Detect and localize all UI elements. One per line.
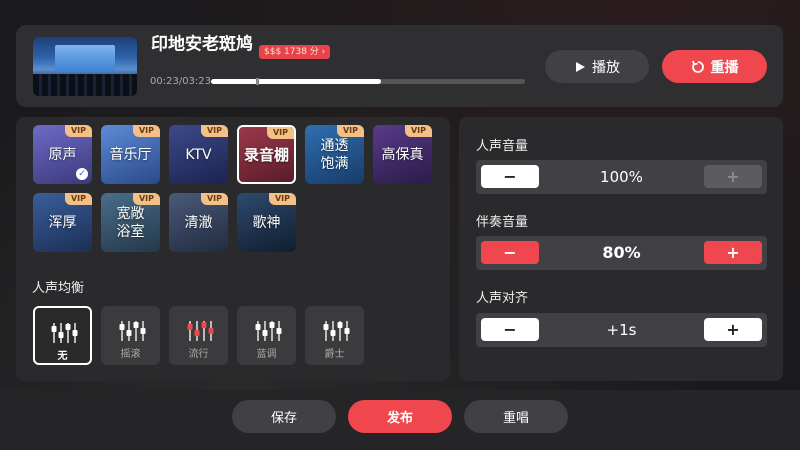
eq-preset-label: 摇滚 [120, 349, 141, 360]
eq-preset-tile[interactable]: 流行 [169, 306, 228, 365]
vip-badge: VIP [268, 193, 296, 205]
effect-tile[interactable]: 清澈 VIP [169, 193, 228, 252]
controls-panel: 人声音量 100% − + 伴奏音量 80% − + 人声对齐 +1s − + [459, 117, 783, 381]
accomp-volume-label: 伴奏音量 [476, 215, 529, 230]
accomp-volume-decrease-button[interactable]: − [481, 241, 539, 264]
vocal-align-stepper: +1s − + [476, 313, 767, 347]
accomp-volume-stepper: 80% − + [476, 236, 767, 270]
cover-stage-screen [55, 45, 115, 71]
time-text: 00:23/03:23 [150, 76, 212, 87]
publish-button[interactable]: 发布 [348, 400, 452, 433]
eq-preset-label: 无 [57, 351, 68, 362]
eq-preset-tile[interactable]: 爵士 [305, 306, 364, 365]
eq-preset-tile[interactable]: 摇滚 [101, 306, 160, 365]
equalizer-icon [255, 321, 281, 341]
eq-preset-tile[interactable]: 蓝调 [237, 306, 296, 365]
equalizer-icon [119, 321, 145, 341]
effect-label: 清澈 [184, 214, 213, 231]
play-label: 播放 [592, 59, 620, 76]
vip-badge: VIP [64, 125, 92, 137]
check-icon: ✓ [76, 168, 88, 180]
vocal-volume-label: 人声音量 [476, 139, 529, 154]
effect-tile[interactable]: KTV VIP [169, 125, 228, 184]
vip-badge: VIP [266, 127, 294, 139]
effect-label: 浑厚 [48, 214, 77, 231]
vocal-volume-stepper: 100% − + [476, 160, 767, 194]
vip-badge: VIP [200, 193, 228, 205]
equalizer-icon [323, 321, 349, 341]
effect-tile[interactable]: 原声 VIP ✓ [33, 125, 92, 184]
equalizer-icon [187, 321, 213, 341]
bottom-action-bar: 保存 发布 重唱 [0, 390, 800, 450]
progress-fill [211, 79, 381, 84]
effect-label: 高保真 [381, 146, 424, 163]
vip-badge: VIP [132, 125, 160, 137]
vocal-align-decrease-button[interactable]: − [481, 318, 539, 341]
eq-preset-label: 爵士 [324, 349, 345, 360]
resing-button[interactable]: 重唱 [464, 400, 568, 433]
replay-label: 重播 [710, 59, 739, 76]
eq-preset-tile[interactable]: 无 [33, 306, 92, 365]
cover-crowd [33, 74, 137, 96]
eq-section-title: 人声均衡 [32, 281, 85, 296]
effect-label: 歌神 [252, 214, 281, 231]
save-button[interactable]: 保存 [232, 400, 336, 433]
vocal-align-label: 人声对齐 [476, 291, 529, 306]
accomp-volume-increase-button[interactable]: + [704, 241, 762, 264]
vip-badge: VIP [132, 193, 160, 205]
song-title: 印地安老斑鸠 [151, 34, 253, 55]
play-icon [576, 61, 585, 72]
vip-badge: VIP [200, 125, 228, 137]
equalizer-icon [51, 323, 77, 343]
eq-preset-label: 蓝调 [256, 349, 277, 360]
progress-marker [256, 78, 259, 85]
effect-label: 音乐厅 [109, 146, 152, 163]
effect-label: 录音棚 [243, 145, 289, 164]
replay-icon [691, 60, 704, 73]
vocal-volume-increase-button[interactable]: + [704, 165, 762, 188]
effect-label: 宽敞 浴室 [116, 205, 145, 240]
vip-badge: VIP [404, 125, 432, 137]
effect-tile[interactable]: 通透 饱满 VIP [305, 125, 364, 184]
vip-badge: VIP [336, 125, 364, 137]
effect-tile[interactable]: 高保真 VIP [373, 125, 432, 184]
progress-bar[interactable] [211, 78, 525, 85]
effect-label: KTV [185, 146, 212, 163]
vocal-align-increase-button[interactable]: + [704, 318, 762, 341]
vip-badge: VIP [64, 193, 92, 205]
play-button[interactable]: 播放 [545, 50, 649, 83]
effect-tile[interactable]: 录音棚 VIP [237, 125, 296, 184]
eq-preset-label: 流行 [188, 349, 209, 360]
song-cover [33, 37, 137, 96]
effect-label: 通透 饱满 [320, 137, 349, 172]
effect-tile[interactable]: 歌神 VIP [237, 193, 296, 252]
effect-tile[interactable]: 音乐厅 VIP [101, 125, 160, 184]
effect-label: 原声 [48, 146, 77, 163]
effect-tile[interactable]: 浑厚 VIP [33, 193, 92, 252]
replay-button[interactable]: 重播 [662, 50, 767, 83]
price-badge[interactable]: $$$ 1738 分 › [259, 45, 331, 59]
vocal-volume-decrease-button[interactable]: − [481, 165, 539, 188]
effect-tile[interactable]: 宽敞 浴室 VIP [101, 193, 160, 252]
effects-panel: 原声 VIP ✓ 音乐厅 VIP KTV VIP 录音棚 VIP 通透 饱满 VIP 高保真 VIP 浑厚… [16, 117, 450, 381]
